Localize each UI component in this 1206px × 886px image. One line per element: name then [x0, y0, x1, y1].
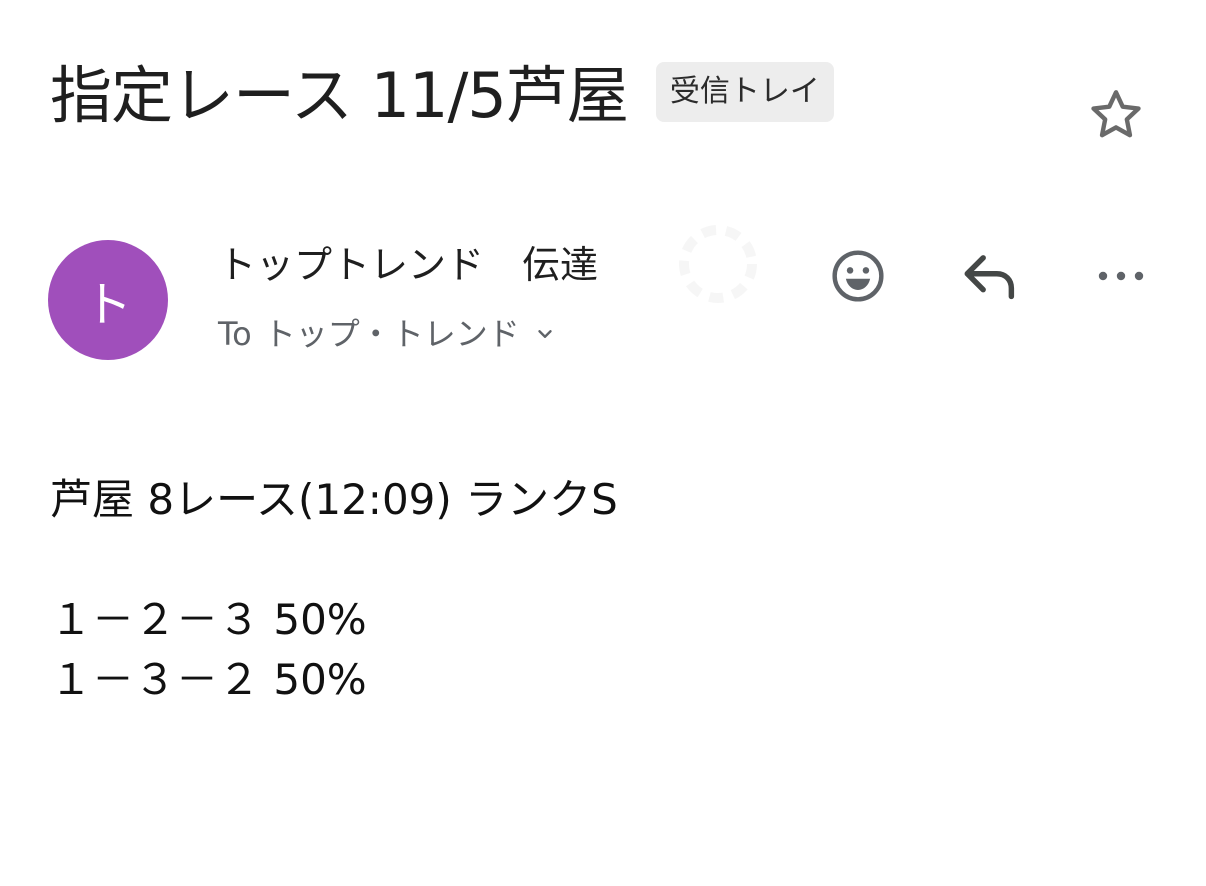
sender-avatar[interactable]: ト [48, 240, 168, 360]
recipient-details-toggle[interactable]: To トップ・トレンド [218, 312, 556, 356]
chevron-down-icon [534, 323, 556, 345]
star-button[interactable] [1080, 82, 1152, 148]
more-horizontal-icon [1098, 271, 1144, 281]
body-line: １－２－３ 50% [50, 595, 367, 644]
recipient-name: トップ・トレンド [263, 315, 520, 353]
emoji-reaction-icon [832, 250, 884, 302]
star-outline-icon [1091, 90, 1141, 138]
reply-icon [964, 255, 1015, 300]
reply-button[interactable] [954, 240, 1026, 312]
body-line: １－３－２ 50% [50, 655, 367, 704]
loading-spinner-icon [679, 225, 757, 303]
avatar-letter: ト [83, 277, 132, 333]
subject-row: 指定レース 11/5芦屋 受信トレイ [50, 58, 834, 134]
email-body: 芦屋 8レース(12:09) ランクS １－２－３ 50% １－３－２ 50% [50, 470, 618, 710]
recipient-prefix: To [218, 315, 252, 353]
email-subject: 指定レース 11/5芦屋 [50, 59, 629, 132]
inbox-label-chip[interactable]: 受信トレイ [655, 62, 834, 122]
body-heading: 芦屋 8レース(12:09) ランクS [50, 475, 618, 524]
more-options-button[interactable] [1085, 240, 1157, 312]
sender-name[interactable]: トップトレンド 伝達 [218, 240, 598, 290]
add-reaction-button[interactable] [822, 240, 894, 312]
body-blank-line [50, 530, 618, 590]
